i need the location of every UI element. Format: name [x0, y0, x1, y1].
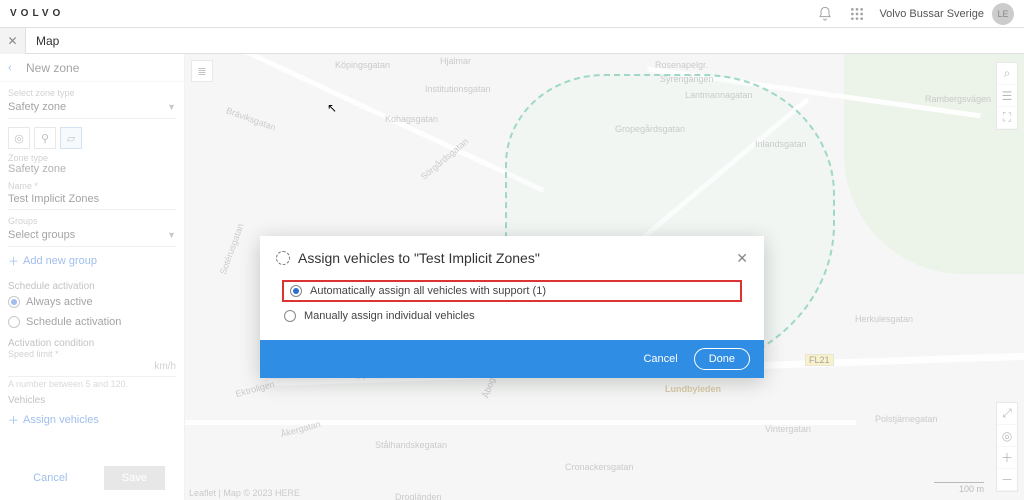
brand-logo: VOLVO [10, 8, 64, 19]
page-title: Map [26, 34, 59, 48]
radio-icon [290, 285, 302, 297]
done-button[interactable]: Done [694, 348, 750, 370]
avatar[interactable]: LE [992, 3, 1014, 25]
close-icon[interactable]: ✕ [736, 251, 748, 265]
option-auto-assign[interactable]: Automatically assign all vehicles with s… [282, 280, 742, 302]
bell-icon[interactable] [817, 6, 833, 22]
apps-icon[interactable] [849, 6, 865, 22]
dialog-footer: Cancel Done [260, 340, 764, 378]
dialog-title: Assign vehicles to "Test Implicit Zones" [298, 250, 736, 266]
zone-icon [276, 251, 290, 265]
close-icon[interactable]: ✕ [0, 28, 26, 54]
org-name[interactable]: Volvo Bussar Sverige [879, 8, 984, 20]
subheader: ✕ Map [0, 28, 1024, 54]
cancel-button[interactable]: Cancel [643, 353, 677, 365]
radio-icon [284, 310, 296, 322]
assign-vehicles-dialog: Assign vehicles to "Test Implicit Zones"… [260, 236, 764, 378]
app-header: VOLVO Volvo Bussar Sverige LE [0, 0, 1024, 28]
option-manual-assign[interactable]: Manually assign individual vehicles [282, 306, 742, 326]
